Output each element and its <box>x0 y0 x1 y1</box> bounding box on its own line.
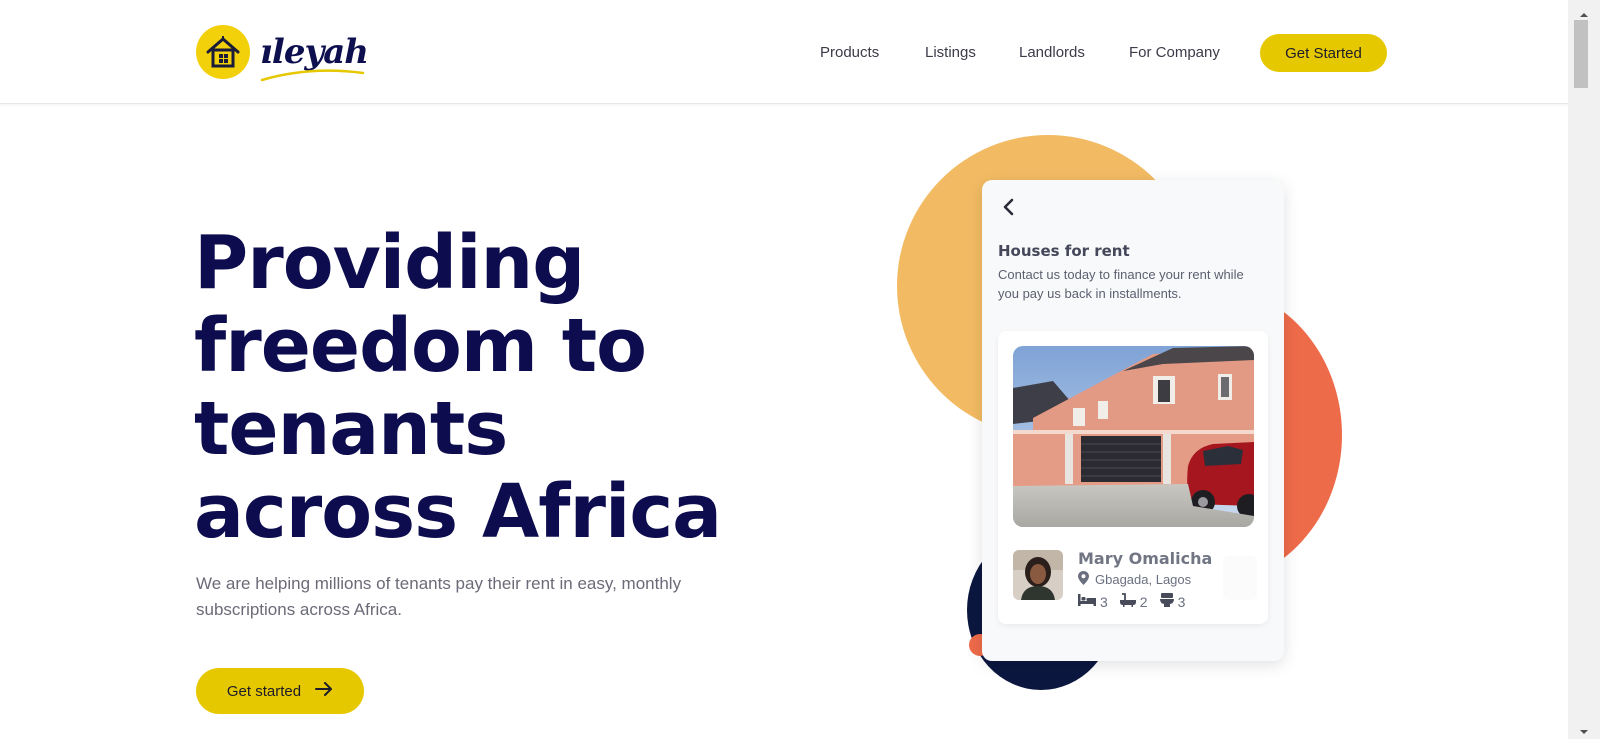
bedrooms-count: 3 <box>1100 593 1108 610</box>
toilet-icon <box>1159 593 1174 610</box>
hero-title-line: tenants <box>194 386 508 472</box>
scroll-up-arrow-icon[interactable] <box>1578 6 1590 18</box>
hero-title-line: freedom to <box>194 303 647 389</box>
hero-title-line: across Africa <box>194 469 722 555</box>
page-scrollbar[interactable] <box>1568 0 1600 739</box>
bathrooms-count: 2 <box>1139 593 1148 610</box>
avatar <box>1013 550 1063 600</box>
agent-name: Mary Omalicha <box>1078 549 1213 568</box>
bathrooms-feature: 2 <box>1119 593 1148 610</box>
map-pin-icon <box>1078 571 1089 588</box>
card-description: Contact us today to finance your rent wh… <box>998 267 1244 301</box>
chevron-left-icon[interactable] <box>998 196 1020 218</box>
location-row: Gbagada, Lagos <box>1078 571 1191 588</box>
brand-wordmark: ıleyah <box>260 32 369 82</box>
get-started-nav-button[interactable]: Get Started <box>1260 34 1387 72</box>
house-icon <box>196 25 250 79</box>
toilets-feature: 3 <box>1159 593 1186 610</box>
houses-for-rent-card: Houses for rent Contact us today to fina… <box>982 180 1284 661</box>
scrollbar-thumb[interactable] <box>1574 20 1588 88</box>
bedrooms-feature: 3 <box>1078 593 1108 610</box>
nav-products[interactable]: Products <box>820 44 879 61</box>
listing-action-placeholder[interactable] <box>1223 556 1257 600</box>
get-started-label: Get started <box>226 682 302 700</box>
house-photo <box>1013 346 1254 527</box>
scroll-down-arrow-icon[interactable] <box>1578 723 1590 735</box>
features-row: 3 2 3 <box>1078 593 1185 610</box>
location-text: Gbagada, Lagos <box>1095 572 1192 587</box>
card-title: Houses for rent <box>998 242 1130 260</box>
bed-icon <box>1078 593 1096 610</box>
logo-swoosh <box>260 69 365 82</box>
nav-listings[interactable]: Listings <box>925 44 976 61</box>
brand-logo[interactable]: ıleyah <box>196 22 386 82</box>
nav-for-company[interactable]: For Company <box>1129 44 1220 61</box>
toilets-count: 3 <box>1177 593 1186 610</box>
hero-title: Providing freedom to tenants across Afri… <box>194 222 794 554</box>
nav-landlords[interactable]: Landlords <box>1019 44 1085 61</box>
listing-card[interactable]: Mary Omalicha Gbagada, Lagos 3 2 3 <box>998 331 1268 624</box>
hero-title-line: Providing <box>194 220 585 306</box>
hero-subtitle: We are helping millions of tenants pay t… <box>196 574 682 619</box>
arrow-right-icon <box>315 682 333 700</box>
site-header: ıleyah Products Listings Landlords For C… <box>0 0 1568 104</box>
get-started-hero-button[interactable]: Get started <box>196 668 364 714</box>
bathtub-icon <box>1119 593 1136 610</box>
